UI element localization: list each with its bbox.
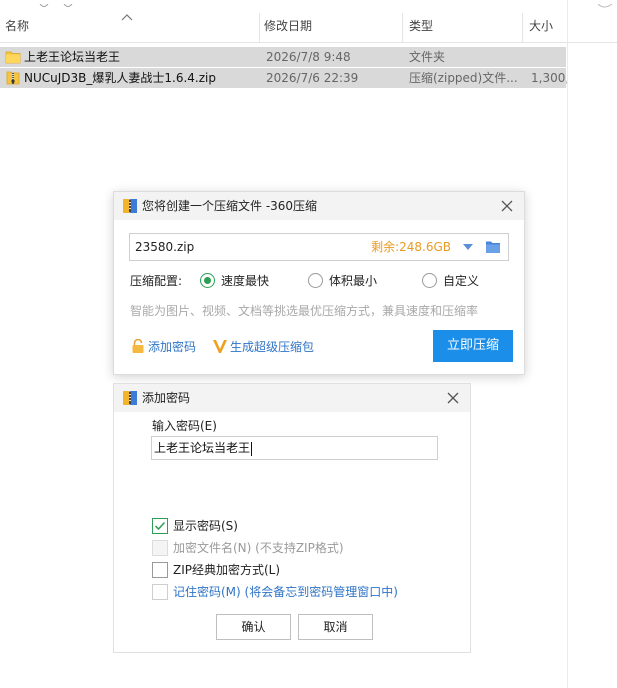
- column-header-size[interactable]: 大小: [529, 7, 553, 43]
- close-icon[interactable]: [444, 389, 462, 407]
- file-date: 2026/7/8 9:48: [266, 50, 351, 64]
- checkmark-icon: [154, 521, 166, 531]
- radio-label: 自定义: [443, 274, 480, 288]
- checkbox-box: [152, 584, 168, 600]
- archive-path-input[interactable]: 23580.zip 剩余:248.6GB: [129, 233, 509, 261]
- column-header-row: 名称 修改日期 类型 大小: [0, 7, 617, 43]
- compress-hint-text: 智能为图片、视频、文档等挑选最优压缩方式，兼具速度和压缩率: [130, 304, 479, 318]
- column-separator[interactable]: [259, 13, 260, 43]
- password-input-label: 输入密码(E): [152, 419, 217, 433]
- column-header-name[interactable]: 名称: [5, 7, 29, 43]
- checkbox-label: 显示密码(S): [173, 519, 238, 533]
- password-value: 上老王论坛当老王: [154, 441, 251, 455]
- compress-config-label: 压缩配置:: [130, 274, 183, 288]
- pane-divider: [567, 0, 568, 688]
- app-360zip-icon: [123, 199, 137, 213]
- column-header-date[interactable]: 修改日期: [264, 7, 312, 43]
- add-password-dialog: 添加密码 输入密码(E) 上老王论坛当老王 显示密码(S) 加密文件名(N) (…: [113, 383, 471, 653]
- compress-now-button[interactable]: 立即压缩: [433, 330, 513, 362]
- disk-space-remaining: 剩余:248.6GB: [371, 240, 451, 254]
- toolbar-fragment: [0, 0, 617, 8]
- checkbox-box: [152, 562, 168, 578]
- column-header-type[interactable]: 类型: [409, 7, 433, 43]
- checkbox-box: [152, 518, 168, 534]
- folder-icon: [5, 51, 21, 64]
- app-360zip-icon: [123, 391, 137, 405]
- archive-filename: 23580.zip: [135, 240, 195, 254]
- close-icon[interactable]: [498, 197, 516, 215]
- super-package-label: 生成超级压缩包: [230, 340, 315, 354]
- file-name: NUCuJD3B_爆乳人妻战士1.6.4.zip: [24, 71, 216, 85]
- chevron-down-icon[interactable]: [462, 242, 474, 252]
- ok-button[interactable]: 确认: [216, 614, 291, 640]
- radio-label: 体积最小: [329, 274, 378, 288]
- password-dialog-titlebar[interactable]: 添加密码: [114, 384, 470, 412]
- password-input[interactable]: 上老王论坛当老王: [151, 436, 438, 460]
- file-row-zip[interactable]: NUCuJD3B_爆乳人妻战士1.6.4.zip 2026/7/6 22:39 …: [0, 68, 570, 88]
- file-date: 2026/7/6 22:39: [266, 71, 359, 85]
- sort-ascending-icon: [121, 14, 133, 21]
- radio-dot: [422, 273, 437, 288]
- column-separator[interactable]: [522, 13, 523, 43]
- password-dialog-title: 添加密码: [142, 391, 191, 405]
- checkbox-box: [152, 540, 168, 556]
- compress-dialog-title: 您将创建一个压缩文件 -360压缩: [142, 199, 318, 213]
- add-password-label: 添加密码: [148, 340, 197, 354]
- checkbox-label: 记住密码(M) (将会备忘到密码管理窗口中): [173, 585, 398, 599]
- file-type: 文件夹: [409, 50, 446, 64]
- radio-dot: [308, 273, 323, 288]
- column-separator[interactable]: [402, 13, 403, 43]
- cancel-button[interactable]: 取消: [298, 614, 373, 640]
- zip-file-icon: [6, 71, 20, 85]
- browse-folder-icon[interactable]: [485, 240, 501, 254]
- file-row-folder[interactable]: 上老王论坛当老王 2026/7/8 9:48 文件夹: [0, 47, 566, 67]
- text-caret: [251, 441, 253, 456]
- compress-dialog-titlebar[interactable]: 您将创建一个压缩文件 -360压缩: [114, 192, 524, 220]
- file-size: 1,300,: [531, 71, 570, 85]
- v-badge-icon: [213, 340, 227, 353]
- checkbox-label: 加密文件名(N) (不支持ZIP格式): [173, 541, 344, 555]
- file-type: 压缩(zipped)文件...: [409, 71, 518, 85]
- checkbox-label: ZIP经典加密方式(L): [173, 563, 281, 577]
- radio-label: 速度最快: [221, 274, 270, 288]
- radio-dot: [200, 273, 215, 288]
- file-name: 上老王论坛当老王: [24, 50, 121, 64]
- compress-dialog: 您将创建一个压缩文件 -360压缩 23580.zip 剩余:248.6GB 压…: [113, 191, 525, 375]
- lock-icon: [132, 339, 144, 353]
